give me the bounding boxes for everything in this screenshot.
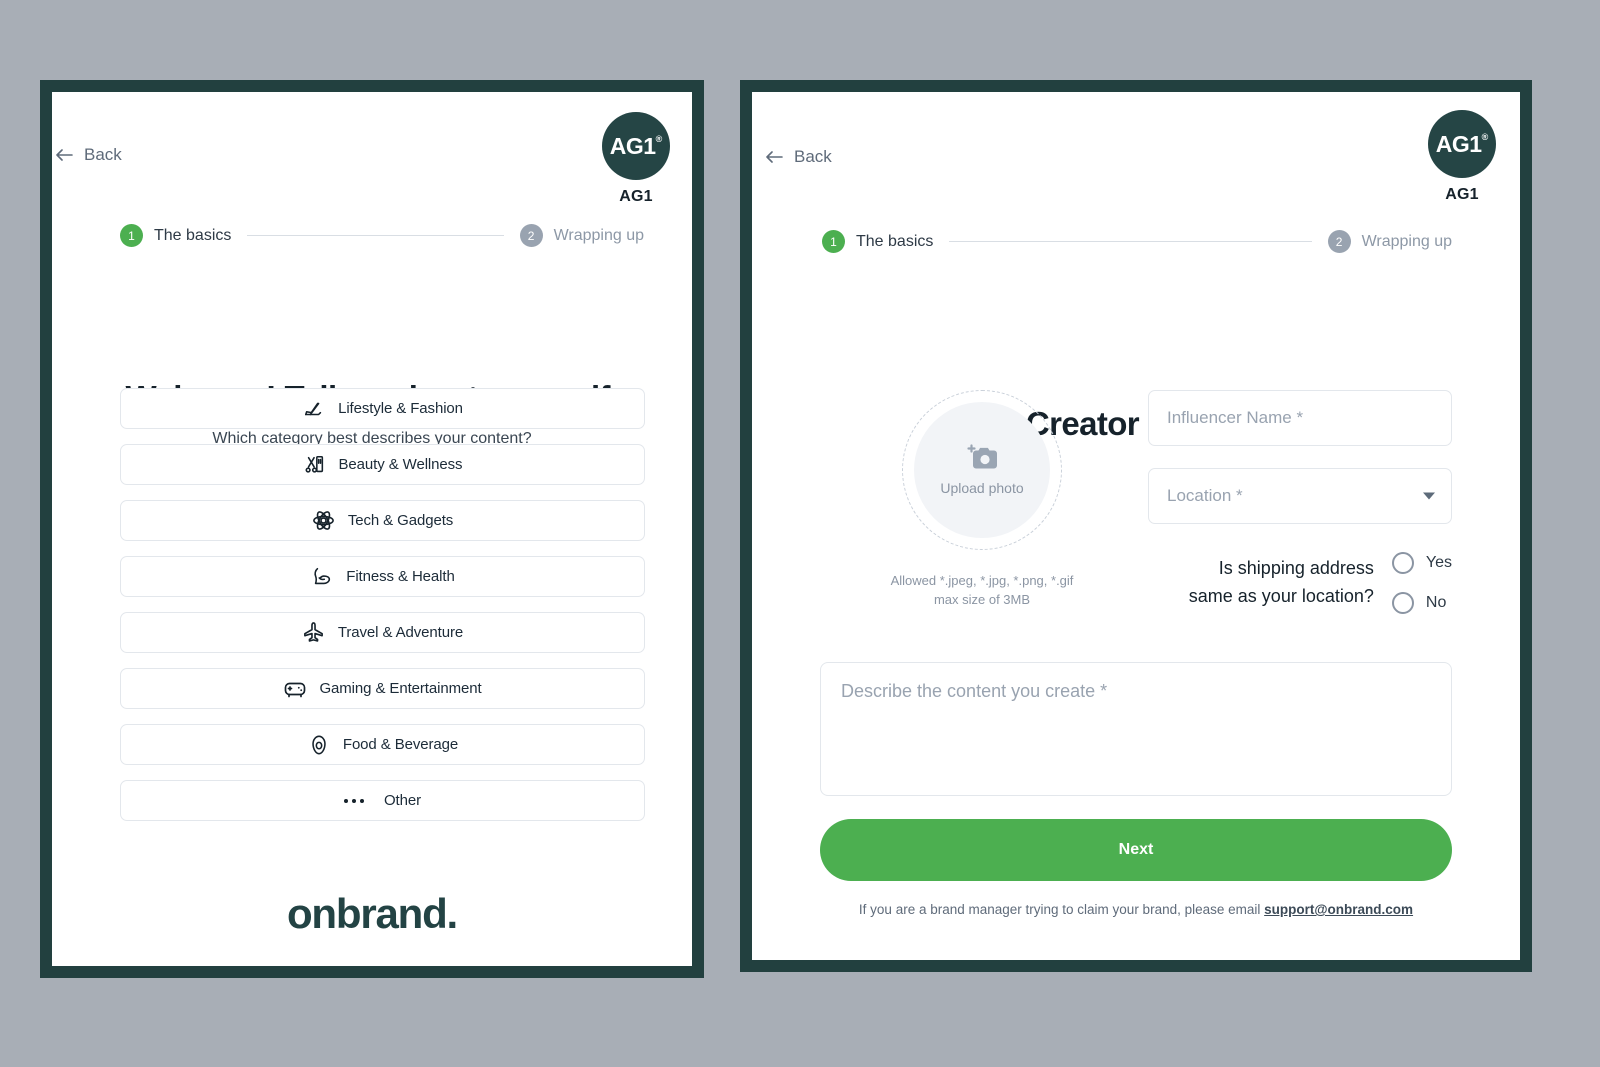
category-label: Beauty & Wellness: [338, 456, 463, 473]
shipping-address-question-group: Is shipping address same as your locatio…: [1082, 552, 1452, 614]
shipping-radio-no[interactable]: No: [1391, 592, 1452, 614]
arrow-left-icon: [766, 150, 784, 164]
ag1-logo-circle: AG1 ®: [1428, 110, 1496, 178]
upload-hint-maxsize: max size of 3MB: [933, 591, 1031, 607]
arrow-left-icon: [56, 148, 74, 162]
stepper-connector: [949, 241, 1312, 242]
category-option-beauty-wellness[interactable]: Beauty & Wellness: [120, 444, 645, 485]
registered-icon: ®: [655, 133, 663, 144]
gamepad-icon: [283, 677, 307, 701]
influencer-name-field[interactable]: Influencer Name *: [1148, 390, 1452, 446]
brand-name: AG1: [619, 188, 653, 205]
influencer-name-placeholder: Influencer Name *: [1167, 408, 1304, 427]
avocado-icon: [307, 733, 331, 757]
chevron-down-icon: [1423, 492, 1435, 500]
comb-scissors-icon: [303, 453, 327, 477]
shipping-radio-group: Yes No: [1391, 552, 1452, 614]
category-label: Travel & Adventure: [337, 624, 464, 641]
ag1-logo-circle: AG1 ®: [602, 112, 670, 180]
brand-manager-footnote: If you are a brand manager trying to cla…: [752, 902, 1520, 917]
profile-fields: Influencer Name * Location *: [1148, 390, 1452, 524]
step-2-label: Wrapping up: [1361, 232, 1452, 250]
high-heel-icon: [302, 397, 326, 421]
location-placeholder: Location *: [1167, 486, 1243, 505]
step-2-number: 2: [519, 224, 543, 247]
step-1-number: 1: [822, 230, 845, 253]
shipping-radio-yes[interactable]: Yes: [1391, 552, 1452, 574]
back-label: Back: [794, 147, 832, 166]
brand-badge: AG1 ® AG1: [602, 112, 670, 206]
ellipsis-icon: [343, 789, 364, 813]
camera-plus-icon: [965, 444, 999, 474]
step-2-label: Wrapping up: [553, 226, 644, 244]
shipping-radio-yes-label: Yes: [1425, 554, 1452, 571]
left-card-inner: Back AG1 ® AG1 1 The basics 2 Wrapping up: [52, 92, 692, 966]
shipping-question-line-2: same as your location?: [1188, 586, 1374, 606]
ag1-logo-mark: AG1: [609, 132, 656, 159]
step-1[interactable]: 1 The basics: [120, 224, 231, 247]
brand-name: AG1: [1445, 186, 1479, 203]
category-option-travel-adventure[interactable]: Travel & Adventure: [120, 612, 645, 653]
category-label: Gaming & Entertainment: [319, 680, 482, 697]
step-1-label: The basics: [154, 226, 232, 244]
content-description-textarea[interactable]: Describe the content you create *: [820, 662, 1452, 796]
upload-photo-inner: Upload photo: [914, 402, 1050, 538]
category-option-other[interactable]: Other: [120, 780, 645, 821]
upload-hint-formats: Allowed *.jpeg, *.jpg, *.png, *.gif: [890, 573, 1074, 588]
footnote-text: If you are a brand manager trying to cla…: [858, 902, 1265, 917]
category-option-gaming-entertainment[interactable]: Gaming & Entertainment: [120, 668, 645, 709]
category-option-fitness-health[interactable]: Fitness & Health: [120, 556, 645, 597]
category-label: Lifestyle & Fashion: [338, 400, 463, 417]
step-2-number: 2: [1327, 230, 1351, 253]
radio-circle-icon: [1391, 552, 1414, 574]
ag1-logo-mark: AG1: [1435, 130, 1482, 157]
flexed-bicep-icon: [310, 565, 334, 589]
category-label: Other: [383, 792, 421, 809]
category-list: Lifestyle & Fashion Beauty & Wellness Te…: [120, 388, 645, 821]
upload-photo-hint: Allowed *.jpeg, *.jpg, *.png, *.gif max …: [891, 572, 1074, 610]
stepper: 1 The basics 2 Wrapping up: [120, 224, 644, 247]
step-1-label: The basics: [856, 232, 934, 250]
category-label: Food & Beverage: [342, 736, 459, 753]
step-2[interactable]: 2 Wrapping up: [519, 224, 644, 247]
airplane-icon: [302, 621, 326, 645]
stepper: 1 The basics 2 Wrapping up: [822, 230, 1452, 253]
category-label: Tech & Gadgets: [347, 512, 454, 529]
step-2[interactable]: 2 Wrapping up: [1327, 230, 1452, 253]
onboarding-card-creator-profile: Back AG1 ® AG1 1 The basics 2 Wrapping up: [740, 80, 1532, 972]
shipping-address-question: Is shipping address same as your locatio…: [1082, 555, 1374, 611]
onboarding-card-step-category: Back AG1 ® AG1 1 The basics 2 Wrapping up: [40, 80, 704, 978]
category-label: Fitness & Health: [346, 568, 455, 585]
back-label: Back: [84, 145, 122, 164]
screenshot-stage: Back AG1 ® AG1 1 The basics 2 Wrapping up: [0, 0, 1600, 1067]
right-card-inner: Back AG1 ® AG1 1 The basics 2 Wrapping up: [752, 92, 1520, 960]
brand-badge: AG1 ® AG1: [1428, 110, 1496, 204]
support-email-link[interactable]: support@onbrand.com: [1264, 902, 1413, 917]
category-option-food-beverage[interactable]: Food & Beverage: [120, 724, 645, 765]
onbrand-logo: onbrand.: [286, 890, 458, 937]
upload-photo-label: Upload photo: [940, 480, 1024, 496]
step-1-number: 1: [120, 224, 143, 247]
content-description-placeholder: Describe the content you create *: [841, 681, 1108, 701]
shipping-radio-no-label: No: [1425, 594, 1447, 611]
category-option-lifestyle-fashion[interactable]: Lifestyle & Fashion: [120, 388, 645, 429]
back-button[interactable]: Back: [56, 145, 122, 165]
back-button[interactable]: Back: [766, 147, 832, 167]
radio-circle-icon: [1391, 592, 1414, 614]
location-select[interactable]: Location *: [1148, 468, 1452, 524]
step-1[interactable]: 1 The basics: [822, 230, 933, 253]
upload-photo-dropzone[interactable]: Upload photo: [902, 390, 1062, 550]
atom-icon: [312, 509, 336, 533]
registered-icon: ®: [1481, 131, 1489, 142]
next-button[interactable]: Next: [820, 819, 1452, 881]
stepper-connector: [247, 235, 504, 236]
shipping-question-line-1: Is shipping address: [1218, 558, 1374, 579]
category-option-tech-gadgets[interactable]: Tech & Gadgets: [120, 500, 645, 541]
